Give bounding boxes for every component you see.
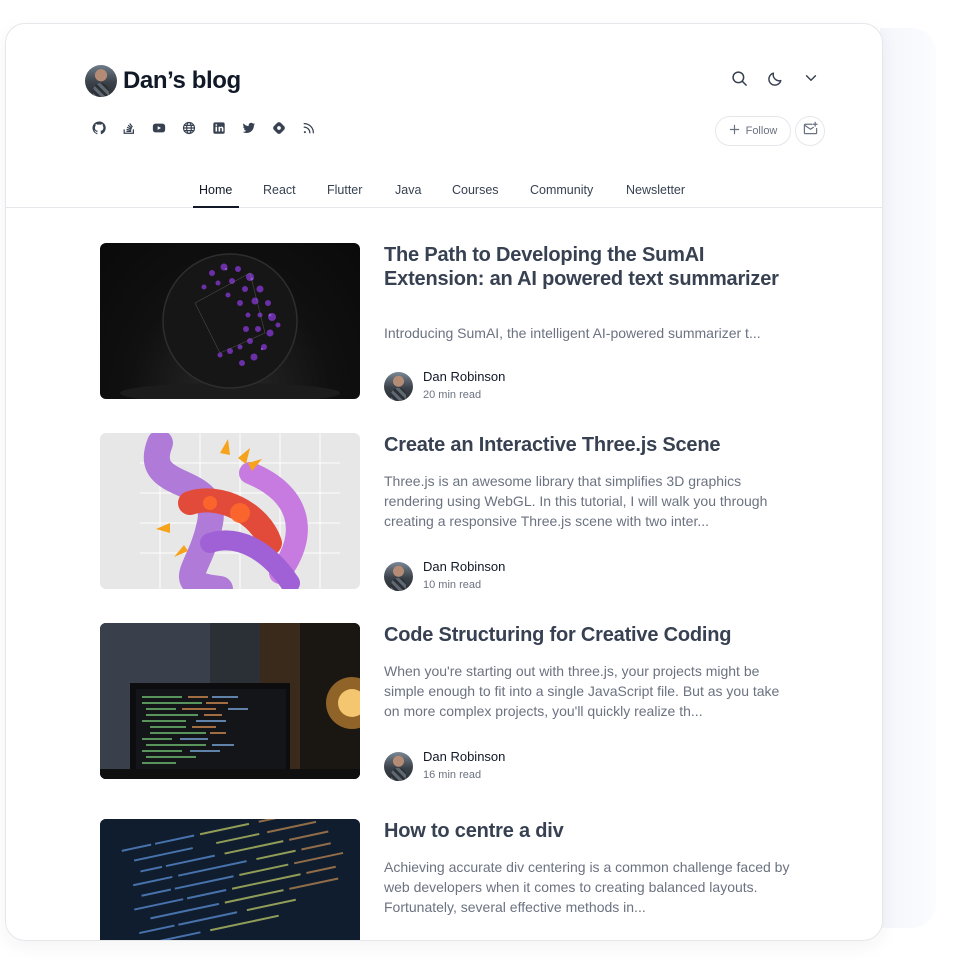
post-title[interactable]: How to centre a div bbox=[384, 819, 784, 843]
author-name[interactable]: Dan Robinson bbox=[423, 749, 505, 765]
moon-icon[interactable] bbox=[766, 69, 784, 87]
author-name[interactable]: Dan Robinson bbox=[423, 559, 505, 575]
plus-icon bbox=[729, 124, 740, 138]
blog-brand[interactable]: Dan’s blog bbox=[85, 65, 241, 97]
post-title[interactable]: The Path to Developing the SumAI Extensi… bbox=[384, 243, 784, 291]
read-time: 10 min read bbox=[423, 579, 482, 591]
chevron-down-icon[interactable] bbox=[802, 69, 820, 87]
mail-plus-icon bbox=[803, 121, 818, 141]
search-icon[interactable] bbox=[730, 69, 748, 87]
post-excerpt: Achieving accurate div centering is a co… bbox=[384, 859, 790, 915]
follow-label: Follow bbox=[745, 125, 778, 137]
post-cover-image[interactable] bbox=[100, 623, 360, 779]
blog-avatar bbox=[85, 65, 117, 97]
read-time: 16 min read bbox=[423, 769, 482, 781]
post-excerpt: Three.js is an awesome library that simp… bbox=[384, 473, 768, 529]
twitter-icon[interactable] bbox=[242, 121, 256, 135]
post-title[interactable]: Create an Interactive Three.js Scene bbox=[384, 433, 784, 457]
header-tools bbox=[730, 69, 820, 87]
github-icon[interactable] bbox=[92, 121, 106, 135]
newsletter-subscribe-button[interactable] bbox=[795, 116, 825, 146]
tab-java[interactable]: Java bbox=[395, 183, 421, 197]
read-time: 20 min read bbox=[423, 389, 482, 401]
linkedin-icon[interactable] bbox=[212, 121, 226, 135]
social-links bbox=[92, 121, 316, 135]
post-author[interactable]: Dan Robinson 16 min read bbox=[384, 749, 505, 783]
post-title[interactable]: Code Structuring for Creative Coding bbox=[384, 623, 784, 647]
category-nav: Home React Flutter Java Courses Communit… bbox=[6, 177, 882, 208]
background-panel bbox=[880, 28, 936, 928]
tab-courses[interactable]: Courses bbox=[452, 183, 499, 197]
post-cover-image[interactable] bbox=[100, 433, 360, 589]
author-avatar bbox=[384, 371, 413, 401]
follow-button[interactable]: Follow bbox=[715, 116, 791, 146]
blog-page: Dan’s blog Follow Home React Flutter Jav… bbox=[5, 23, 883, 941]
post-card[interactable]: Create an Interactive Three.js Scene Thr… bbox=[100, 433, 800, 591]
post-cover-image[interactable] bbox=[100, 819, 360, 940]
author-avatar bbox=[384, 561, 413, 591]
globe-icon[interactable] bbox=[182, 121, 196, 135]
post-card[interactable]: Code Structuring for Creative Coding Whe… bbox=[100, 623, 800, 781]
author-name[interactable]: Dan Robinson bbox=[423, 369, 505, 385]
tab-flutter[interactable]: Flutter bbox=[327, 183, 362, 197]
post-excerpt: When you're starting out with three.js, … bbox=[384, 663, 780, 719]
post-excerpt: Introducing SumAI, the intelligent AI-po… bbox=[384, 325, 761, 341]
youtube-icon[interactable] bbox=[152, 121, 166, 135]
rss-icon[interactable] bbox=[302, 121, 316, 135]
tab-community[interactable]: Community bbox=[530, 183, 593, 197]
author-avatar bbox=[384, 751, 413, 781]
blog-title[interactable]: Dan’s blog bbox=[123, 67, 241, 95]
hashnode-icon[interactable] bbox=[272, 121, 286, 135]
post-author[interactable]: Dan Robinson 20 min read bbox=[384, 369, 505, 403]
tab-home[interactable]: Home bbox=[199, 183, 232, 197]
post-author[interactable]: Dan Robinson 10 min read bbox=[384, 559, 505, 593]
post-cover-image[interactable] bbox=[100, 243, 360, 399]
post-card[interactable]: How to centre a div Achieving accurate d… bbox=[100, 819, 800, 940]
stackoverflow-icon[interactable] bbox=[122, 121, 136, 135]
tab-newsletter[interactable]: Newsletter bbox=[626, 183, 685, 197]
active-tab-indicator bbox=[193, 206, 239, 208]
post-card[interactable]: The Path to Developing the SumAI Extensi… bbox=[100, 243, 800, 401]
tab-react[interactable]: React bbox=[263, 183, 296, 197]
